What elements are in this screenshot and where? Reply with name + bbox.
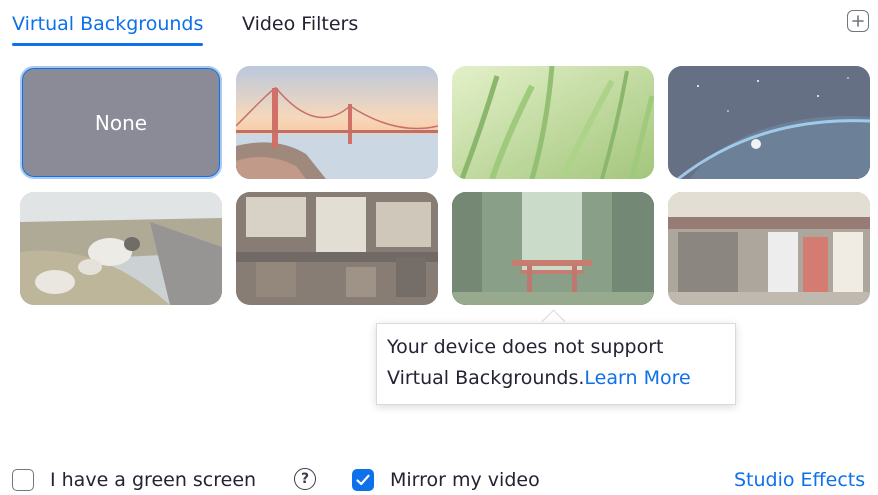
add-background-button[interactable] bbox=[847, 10, 869, 32]
plus-icon bbox=[852, 15, 864, 27]
background-sheep-road[interactable] bbox=[20, 192, 222, 305]
tab-video-filters[interactable]: Video Filters bbox=[242, 10, 358, 38]
learn-more-link[interactable]: Learn More bbox=[584, 367, 690, 389]
background-none-label: None bbox=[94, 110, 148, 135]
tooltip-line-2: Virtual Backgrounds.Learn More bbox=[387, 363, 725, 394]
background-cafe[interactable] bbox=[236, 192, 438, 305]
torii-forest-image bbox=[452, 192, 654, 305]
background-none[interactable]: None bbox=[20, 66, 222, 179]
studio-effects-link[interactable]: Studio Effects bbox=[734, 465, 865, 495]
sheep-road-image bbox=[20, 192, 222, 305]
tab-virtual-backgrounds[interactable]: Virtual Backgrounds bbox=[12, 10, 204, 46]
tab-virtual-backgrounds-label: Virtual Backgrounds bbox=[12, 13, 204, 35]
background-earth-space[interactable] bbox=[668, 66, 870, 179]
checkmark-icon bbox=[356, 474, 370, 486]
green-screen-checkbox[interactable] bbox=[12, 469, 34, 491]
help-icon[interactable]: ? bbox=[294, 468, 316, 490]
options-bar: I have a green screen ? Mirror my video … bbox=[12, 465, 878, 495]
mirror-video-label: Mirror my video bbox=[390, 469, 540, 491]
japanese-shop-image bbox=[668, 192, 870, 305]
background-grass[interactable] bbox=[452, 66, 654, 179]
green-screen-label: I have a green screen bbox=[50, 469, 257, 491]
golden-gate-image bbox=[236, 66, 438, 179]
earth-space-image bbox=[668, 66, 870, 179]
mirror-video-checkbox[interactable] bbox=[352, 469, 374, 491]
background-golden-gate[interactable] bbox=[236, 66, 438, 179]
tooltip-line-1: Your device does not support bbox=[387, 336, 664, 358]
tab-video-filters-label: Video Filters bbox=[242, 13, 359, 35]
grass-image bbox=[452, 66, 654, 179]
tooltip-line-2-text: Virtual Backgrounds. bbox=[387, 367, 585, 389]
cafe-image bbox=[236, 192, 438, 305]
background-japanese-shop[interactable] bbox=[668, 192, 870, 305]
background-torii-forest[interactable] bbox=[452, 192, 654, 305]
unsupported-tooltip: Your device does not support Virtual Bac… bbox=[376, 323, 736, 405]
active-tab-indicator bbox=[12, 43, 204, 46]
